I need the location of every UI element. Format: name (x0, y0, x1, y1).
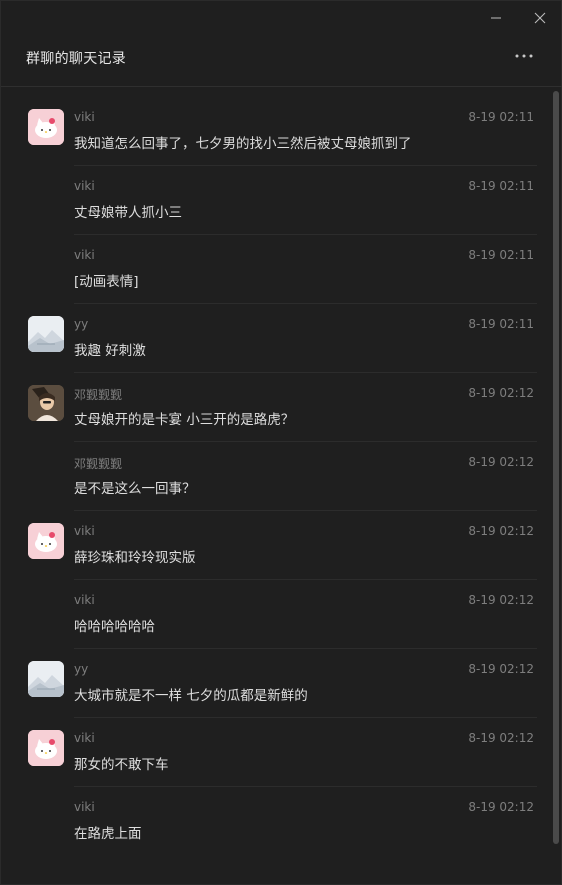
message-time: 8-19 02:11 (468, 317, 534, 331)
message-item: viki 8-19 02:11 丈母娘带人抓小三 (1, 166, 549, 235)
message-time: 8-19 02:12 (468, 800, 534, 814)
kitty-avatar-icon (28, 523, 64, 559)
more-options-button[interactable] (511, 47, 537, 65)
sender-name: yy (74, 662, 89, 676)
sender-name: viki (74, 800, 95, 814)
message-text: 我趣 好刺激 (74, 343, 146, 359)
more-icon (515, 54, 533, 58)
message-item: viki 8-19 02:11 我知道怎么回事了，七夕男的找小三然后被丈母娘抓到… (1, 97, 549, 166)
message-text: 丈母娘带人抓小三 (74, 205, 182, 221)
person-avatar-icon (28, 385, 64, 421)
message-item: 邓觐觐觐 8-19 02:12 是不是这么一回事？ (1, 442, 549, 511)
message-text: [动画表情] (74, 274, 139, 290)
chat-header: 群聊的聊天记录 (1, 35, 562, 87)
sender-name: viki (74, 524, 95, 538)
avatar[interactable] (28, 385, 64, 421)
avatar[interactable] (28, 661, 64, 697)
message-item: viki 8-19 02:12 哈哈哈哈哈哈 (1, 580, 549, 649)
landscape-avatar-icon (28, 316, 64, 352)
message-item: viki 8-19 02:12 薛珍珠和玲玲现实版 (1, 511, 549, 580)
message-item: yy 8-19 02:12 大城市就是不一样 七夕的瓜都是新鲜的 (1, 649, 549, 718)
message-time: 8-19 02:11 (468, 110, 534, 124)
sender-name: viki (74, 179, 95, 193)
message-time: 8-19 02:12 (468, 662, 534, 676)
sender-name: 邓觐觐觐 (74, 388, 123, 402)
sender-name: viki (74, 593, 95, 607)
message-item: viki 8-19 02:12 在路虎上面 (1, 787, 549, 856)
minimize-button[interactable] (485, 7, 507, 29)
kitty-avatar-icon (28, 730, 64, 766)
message-text: 丈母娘开的是卡宴 小三开的是路虎？ (74, 412, 295, 428)
sender-name: yy (74, 317, 89, 331)
message-item: viki 8-19 02:12 那女的不敢下车 (1, 718, 549, 787)
chat-history-window: 群聊的聊天记录 viki 8-19 02:11 我知道怎么回事了，七夕男的找小三… (0, 0, 562, 885)
message-item: 邓觐觐觐 8-19 02:12 丈母娘开的是卡宴 小三开的是路虎？ (1, 373, 549, 442)
message-text: 大城市就是不一样 七夕的瓜都是新鲜的 (74, 688, 308, 704)
message-time: 8-19 02:11 (468, 179, 534, 193)
scrollbar-thumb[interactable] (553, 91, 559, 844)
avatar[interactable] (28, 730, 64, 766)
sender-name: viki (74, 248, 95, 262)
avatar[interactable] (28, 109, 64, 145)
sender-name: 邓觐觐觐 (74, 457, 123, 471)
message-text: 在路虎上面 (74, 826, 142, 842)
avatar[interactable] (28, 316, 64, 352)
sender-name: viki (74, 731, 95, 745)
page-title: 群聊的聊天记录 (26, 51, 127, 67)
message-text: 哈哈哈哈哈哈 (74, 619, 155, 635)
message-time: 8-19 02:11 (468, 248, 534, 262)
landscape-avatar-icon (28, 661, 64, 697)
title-bar (1, 1, 562, 35)
message-text: 我知道怎么回事了，七夕男的找小三然后被丈母娘抓到了 (74, 136, 412, 152)
message-text: 是不是这么一回事？ (74, 481, 196, 497)
sender-name: viki (74, 110, 95, 124)
close-icon (534, 12, 546, 24)
message-list[interactable]: viki 8-19 02:11 我知道怎么回事了，七夕男的找小三然后被丈母娘抓到… (1, 97, 549, 885)
message-time: 8-19 02:12 (468, 593, 534, 607)
message-time: 8-19 02:12 (468, 455, 534, 469)
message-time: 8-19 02:12 (468, 731, 534, 745)
minimize-icon (491, 17, 501, 19)
message-item: viki 8-19 02:11 [动画表情] (1, 235, 549, 304)
message-text: 薛珍珠和玲玲现实版 (74, 550, 196, 566)
message-text: 那女的不敢下车 (74, 757, 169, 773)
close-button[interactable] (529, 7, 551, 29)
message-item: yy 8-19 02:11 我趣 好刺激 (1, 304, 549, 373)
message-time: 8-19 02:12 (468, 524, 534, 538)
avatar[interactable] (28, 523, 64, 559)
message-time: 8-19 02:12 (468, 386, 534, 400)
kitty-avatar-icon (28, 109, 64, 145)
